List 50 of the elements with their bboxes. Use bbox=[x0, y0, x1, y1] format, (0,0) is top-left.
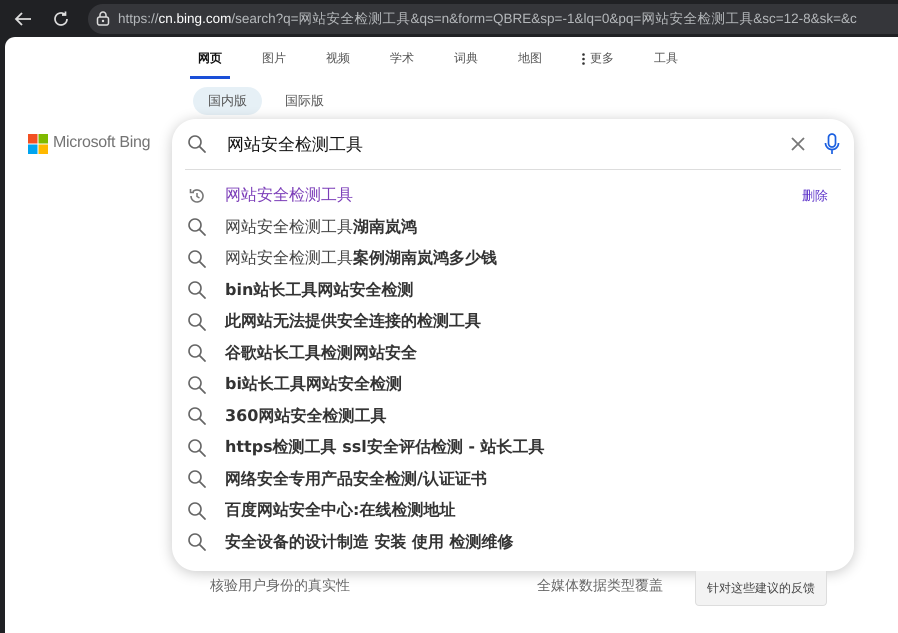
search-icon bbox=[187, 438, 207, 458]
search-icon bbox=[187, 406, 207, 426]
search-icon bbox=[187, 217, 207, 238]
logo-text: Microsoft Bing bbox=[53, 134, 150, 152]
nav-tab[interactable]: 视频 bbox=[318, 50, 358, 79]
url-text: https://cn.bing.com/search?q=网站安全检测工具&qs=n&form=QBRE&sp=-1&lq=0&pq=网站安全检测工具&sc=12-8&sk=&c bbox=[118, 10, 857, 28]
region-toggle[interactable]: 国内版 bbox=[193, 87, 262, 115]
search-field[interactable]: 网站安全检测工具 bbox=[225, 133, 772, 155]
nav-tab[interactable]: 词典 bbox=[446, 50, 486, 79]
nav-tab[interactable]: 网页 bbox=[190, 50, 230, 79]
search-icon bbox=[187, 312, 207, 332]
nav-tab[interactable]: 学术 bbox=[382, 50, 422, 79]
search-icon bbox=[187, 280, 207, 300]
suggestion-item[interactable]: 网站安全检测工具案例湖南岚鸿多少钱 bbox=[225, 248, 828, 270]
address-bar[interactable]: https://cn.bing.com/search?q=网站安全检测工具&qs=n&form=QBRE&sp=-1&lq=0&pq=网站安全检测工具&sc=12-8&sk=&c bbox=[88, 4, 898, 34]
more-icon bbox=[582, 52, 585, 64]
close-icon bbox=[790, 136, 806, 152]
suggestion-item[interactable]: 安全设备的设计制造 安装 使用 检测维修 bbox=[225, 532, 828, 553]
suggestion-item[interactable]: bi站长工具网站安全检测 bbox=[225, 374, 828, 396]
back-arrow-icon bbox=[13, 10, 33, 26]
suggestion-item[interactable]: 百度网站安全中心:在线检测地址 bbox=[225, 500, 828, 522]
voice-search-button[interactable] bbox=[824, 133, 840, 155]
search-icon bbox=[187, 532, 207, 552]
suggestion-item[interactable]: 此网站无法提供安全连接的检测工具 bbox=[225, 311, 828, 332]
search-icon bbox=[187, 248, 207, 269]
nav-tab[interactable]: 图片 bbox=[254, 50, 294, 79]
suggestion-item[interactable]: 360网站安全检测工具 bbox=[225, 406, 828, 427]
delete-link[interactable]: 删除 bbox=[802, 186, 828, 205]
search-icon bbox=[187, 469, 207, 490]
suggestion-item[interactable]: https检测工具 ssl安全评估检测 - 站长工具 bbox=[225, 437, 828, 458]
search-icon bbox=[187, 500, 207, 521]
search-icon bbox=[187, 374, 207, 395]
suggestion-item[interactable]: bin站长工具网站安全检测 bbox=[225, 280, 828, 301]
suggestion-item[interactable]: 网站安全检测工具 bbox=[225, 185, 784, 206]
suggestion-item[interactable]: 网站安全检测工具湖南岚鸿 bbox=[225, 216, 828, 238]
search-icon bbox=[187, 343, 207, 364]
feedback-button[interactable]: 针对这些建议的反馈 bbox=[695, 571, 827, 606]
nav-tab[interactable]: 工具 bbox=[646, 50, 686, 79]
nav-tab[interactable]: 更多 bbox=[574, 50, 622, 79]
feature-text: 核验用户身份的真实性 bbox=[210, 577, 350, 595]
suggestion-item[interactable]: 谷歌站长工具检测网站安全 bbox=[225, 342, 828, 364]
clear-button[interactable] bbox=[790, 136, 806, 152]
lock-icon bbox=[96, 11, 110, 26]
feature-text: 全媒体数据类型覆盖 bbox=[537, 577, 663, 595]
reload-icon bbox=[52, 10, 70, 28]
nav-tab[interactable]: 地图 bbox=[510, 50, 550, 79]
logo-icon bbox=[28, 134, 48, 154]
search-icon bbox=[187, 134, 207, 154]
suggestion-item[interactable]: 网络安全专用产品安全检测/认证证书 bbox=[225, 468, 828, 490]
microphone-icon bbox=[824, 133, 840, 155]
